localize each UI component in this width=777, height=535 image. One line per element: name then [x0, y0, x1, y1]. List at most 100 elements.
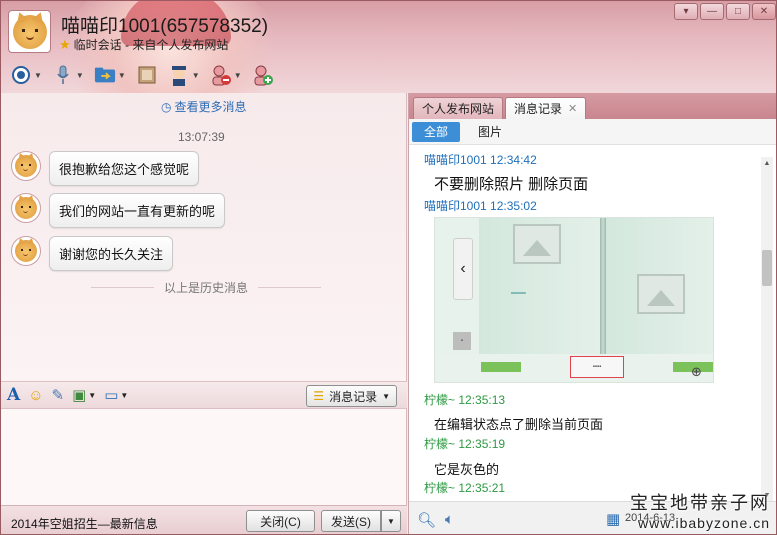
record-header: 柠檬~ 12:35:21	[424, 479, 505, 496]
record-text: 在编辑状态点了删除当前页面	[434, 417, 604, 432]
emoji-button[interactable]: ☺	[28, 387, 43, 404]
voice-call-button[interactable]: ▼	[49, 62, 87, 88]
cat-avatar-icon	[15, 240, 37, 262]
menu-button[interactable]: ▾	[674, 3, 698, 20]
watermark-title: 宝宝地带亲子网	[630, 493, 770, 513]
chevron-down-icon: ▼	[88, 390, 97, 400]
view-more-messages-label: 查看更多消息	[174, 100, 247, 114]
block-user-button[interactable]: ▼	[207, 62, 245, 88]
send-image-button[interactable]: ▣ ▼	[72, 386, 96, 404]
record-filters: 全部 图片	[409, 119, 776, 145]
record-sender: 喵喵印1001	[424, 153, 487, 167]
clock-icon: ◷	[161, 100, 172, 114]
record-scrollbar[interactable]: ▲ ▼	[761, 157, 773, 501]
record-sender: 柠檬~	[424, 393, 456, 407]
message-input[interactable]	[1, 409, 407, 505]
bottom-bar: 2014年空姐招生—最新信息 关闭(C) 发送(S) ▼	[1, 505, 407, 534]
message-timestamp: 13:07:39	[178, 130, 225, 144]
image-placeholder-icon	[513, 224, 561, 264]
header-toolbar: ▼ ▼ ▼ ▼ ▼	[7, 61, 277, 89]
add-contact-icon	[252, 64, 274, 86]
watermark: 宝宝地带亲子网 www.ibabyzone.cn	[630, 489, 770, 531]
green-button-icon	[481, 362, 521, 372]
record-image[interactable]: ═══ ‹ ▪ ▪▪▪▪ ⊕	[434, 217, 714, 383]
camera-icon	[10, 64, 32, 86]
avatar[interactable]	[11, 193, 41, 223]
ad-link[interactable]: 2014年空姐招生—最新信息	[11, 515, 158, 532]
book-title-mark: ═══	[511, 290, 526, 297]
record-header: 柠檬~ 12:35:19	[424, 435, 505, 452]
cat-avatar-icon	[12, 14, 47, 49]
video-call-button[interactable]: ▼	[7, 62, 45, 88]
speaker-icon[interactable]: 🔈︎	[445, 511, 454, 528]
send-button[interactable]: 发送(S)	[321, 510, 381, 532]
record-time: 12:35:19	[458, 437, 506, 451]
close-window-button[interactable]: ✕	[752, 3, 776, 20]
highlighted-button-icon: ▪▪▪▪	[570, 356, 624, 378]
minimize-button[interactable]: —	[700, 3, 724, 20]
message-history-label: 消息记录	[329, 389, 378, 404]
session-subtitle: ★ 临时会话 - 来自个人发布网站	[59, 36, 228, 53]
message-history-button[interactable]: ☰ 消息记录 ▼	[306, 385, 397, 407]
add-contact-button[interactable]	[249, 62, 277, 88]
search-icon[interactable]: 🔍︎	[417, 511, 436, 529]
agent-icon	[168, 64, 190, 86]
chevron-down-icon: ▼	[117, 70, 126, 80]
screen-share-icon	[136, 64, 158, 86]
history-divider: 以上是历史消息	[91, 279, 322, 296]
image-icon: ▣	[72, 387, 87, 404]
filter-all[interactable]: 全部	[412, 121, 461, 142]
window-header: 喵喵印1001(657578352) ★ 临时会话 - 来自个人发布网站 ▾ — …	[1, 1, 776, 93]
calendar-icon[interactable]: ▦	[606, 510, 620, 528]
magic-expression-button[interactable]: ✎	[52, 386, 65, 404]
avatar[interactable]	[11, 151, 41, 181]
watermark-url: www.ibabyzone.cn	[638, 515, 770, 531]
scroll-up-icon[interactable]: ▲	[761, 157, 773, 169]
tab-label: 消息记录	[514, 102, 563, 116]
monitor-icon: ▭	[104, 387, 119, 404]
record-sender: 喵喵印1001	[424, 199, 487, 213]
view-more-messages-link[interactable]: ◷ 查看更多消息	[161, 98, 247, 115]
chevron-down-icon: ▼	[387, 516, 395, 526]
chevron-down-icon: ▼	[120, 390, 129, 400]
message-row: 我们的网站一直有更新的呢	[11, 193, 226, 228]
chevron-left-icon: ‹	[453, 238, 473, 300]
screenshot-button[interactable]: ▭ ▼	[104, 386, 128, 404]
chevron-down-icon: ▼	[382, 391, 390, 401]
cat-avatar-icon	[15, 155, 37, 177]
history-divider-label: 以上是历史消息	[164, 281, 249, 295]
record-list[interactable]: 喵喵印1001 12:34:42 不要删除照片 删除页面 喵喵印1001 12:…	[409, 146, 761, 501]
agent-button[interactable]: ▼	[165, 62, 203, 88]
zoom-in-icon: ⊕	[691, 364, 702, 379]
note-icon: ✎	[51, 387, 65, 404]
font-button[interactable]: A	[7, 385, 20, 405]
chevron-down-icon: ▼	[233, 70, 242, 80]
record-time: 12:35:13	[458, 393, 506, 407]
microphone-icon	[52, 64, 74, 86]
record-header: 喵喵印1001 12:34:42	[424, 151, 537, 168]
send-options-button[interactable]: ▼	[381, 510, 401, 532]
star-icon: ★	[59, 37, 71, 52]
record-sender: 柠檬~	[424, 481, 456, 495]
tab-personal-site[interactable]: 个人发布网站	[413, 97, 504, 119]
message-record-panel: 个人发布网站 消息记录 ✕ 全部 图片 喵喵印1001 12:34:42 不要删除…	[408, 93, 776, 534]
scroll-thumb[interactable]	[762, 250, 772, 286]
close-icon[interactable]: ✕	[568, 102, 577, 115]
maximize-button[interactable]: □	[726, 3, 750, 20]
chevron-down-icon: ▼	[191, 70, 200, 80]
close-button[interactable]: 关闭(C)	[246, 510, 315, 532]
tab-message-record[interactable]: 消息记录 ✕	[505, 97, 587, 119]
contact-avatar[interactable]	[8, 10, 51, 53]
image-placeholder-icon	[637, 274, 685, 314]
record-header: 柠檬~ 12:35:13	[424, 391, 505, 408]
filter-images[interactable]: 图片	[466, 122, 514, 142]
chat-history[interactable]: ◷ 查看更多消息 13:07:39 很抱歉给您这个感觉呢 我们的网站一直有更新的呢…	[1, 93, 407, 381]
screen-share-button[interactable]	[133, 62, 161, 88]
divider-line	[258, 287, 322, 288]
session-subtitle-text: 临时会话 - 来自个人发布网站	[73, 38, 229, 52]
chevron-down-icon: ▼	[34, 70, 42, 80]
history-icon: ☰	[313, 389, 325, 403]
record-text: 不要删除照片 删除页面	[434, 176, 589, 193]
file-transfer-button[interactable]: ▼	[91, 62, 129, 88]
avatar[interactable]	[11, 236, 41, 266]
